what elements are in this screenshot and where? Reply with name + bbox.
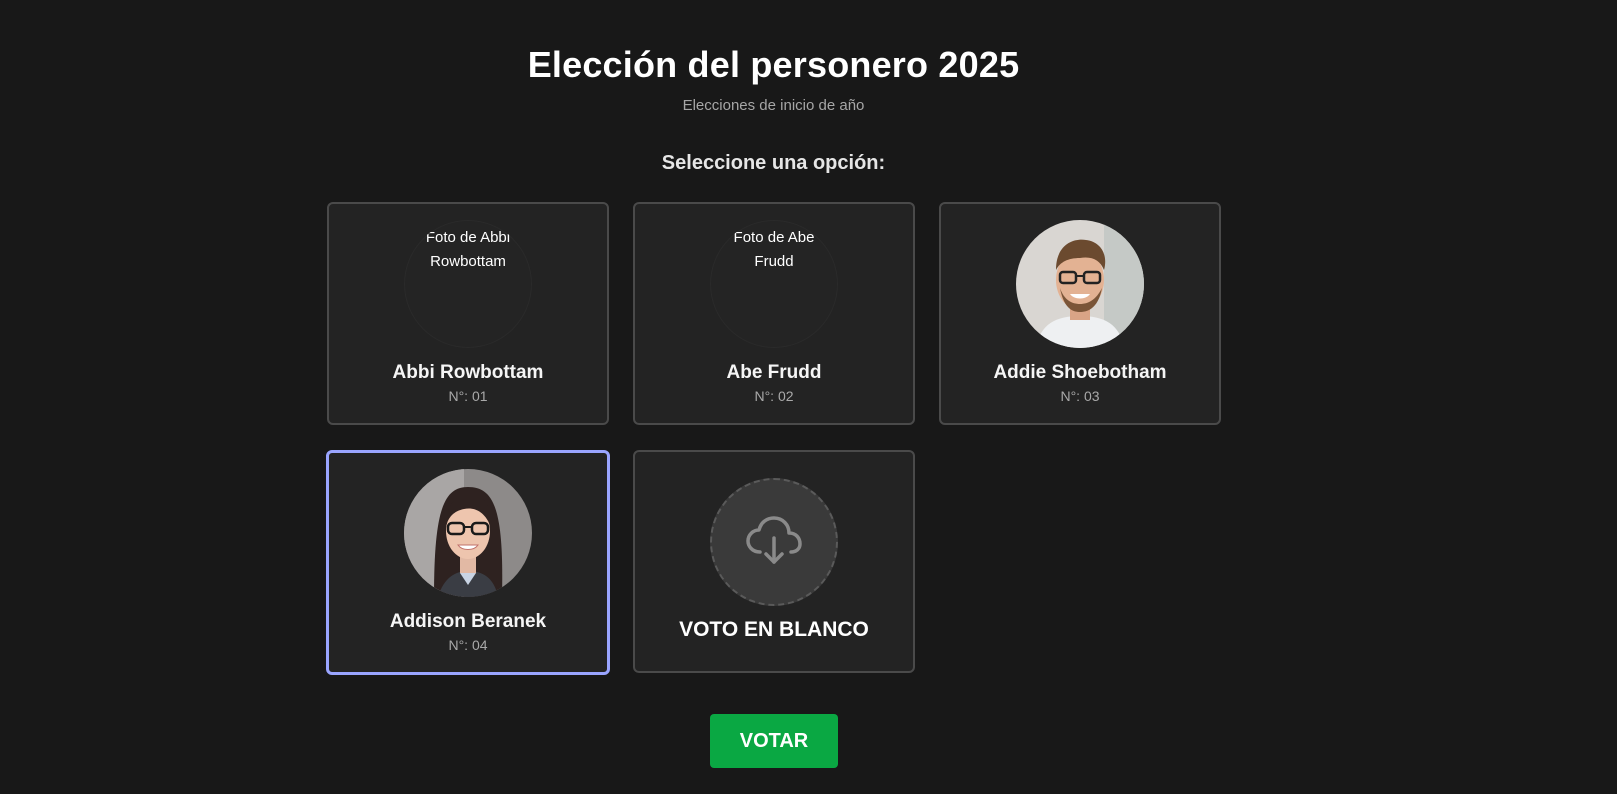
woman-portrait-icon: [404, 469, 532, 597]
candidate-photo-broken: Foto de Abe Frudd: [710, 220, 838, 348]
candidate-number: N°: 01: [448, 388, 488, 404]
candidate-photo: [404, 469, 532, 597]
cloud-download-icon: [746, 516, 802, 564]
candidate-card-addie-shoebotham[interactable]: Addie Shoebotham N°: 03: [939, 202, 1221, 425]
photo-alt-text: Foto de Abbi Rowbottam: [425, 229, 511, 270]
candidate-number: N°: 02: [754, 388, 794, 404]
candidate-name: Addie Shoebotham: [993, 362, 1167, 383]
candidate-name: Addison Beranek: [389, 611, 547, 632]
candidate-name: Abe Frudd: [726, 362, 822, 383]
blank-vote-card[interactable]: VOTO EN BLANCO: [633, 450, 915, 673]
candidate-card-addison-beranek[interactable]: Addison Beranek N°: 04: [326, 450, 610, 675]
candidate-card-abbi-rowbottam[interactable]: Foto de Abbi Rowbottam Abbi Rowbottam N°…: [327, 202, 609, 425]
page-subtitle: Elecciones de inicio de año: [682, 97, 865, 114]
candidate-number: N°: 03: [1060, 388, 1100, 404]
selection-prompt: Seleccione una opción:: [661, 152, 886, 174]
candidate-card-abe-frudd[interactable]: Foto de Abe Frudd Abe Frudd N°: 02: [633, 202, 915, 425]
page-title: Elección del personero 2025: [527, 44, 1020, 85]
blank-vote-label: VOTO EN BLANCO: [679, 618, 869, 641]
vote-button[interactable]: VOTAR: [710, 714, 838, 768]
candidate-name: Abbi Rowbottam: [392, 362, 544, 383]
blank-vote-circle: [710, 478, 838, 606]
candidate-photo-broken: Foto de Abbi Rowbottam: [404, 220, 532, 348]
candidate-photo: [1016, 220, 1144, 348]
candidate-number: N°: 04: [448, 637, 488, 653]
man-portrait-icon: [1016, 220, 1144, 348]
voting-page: Elección del personero 2025 Elecciones d…: [0, 0, 1617, 794]
photo-alt-text: Foto de Abe Frudd: [733, 229, 815, 270]
